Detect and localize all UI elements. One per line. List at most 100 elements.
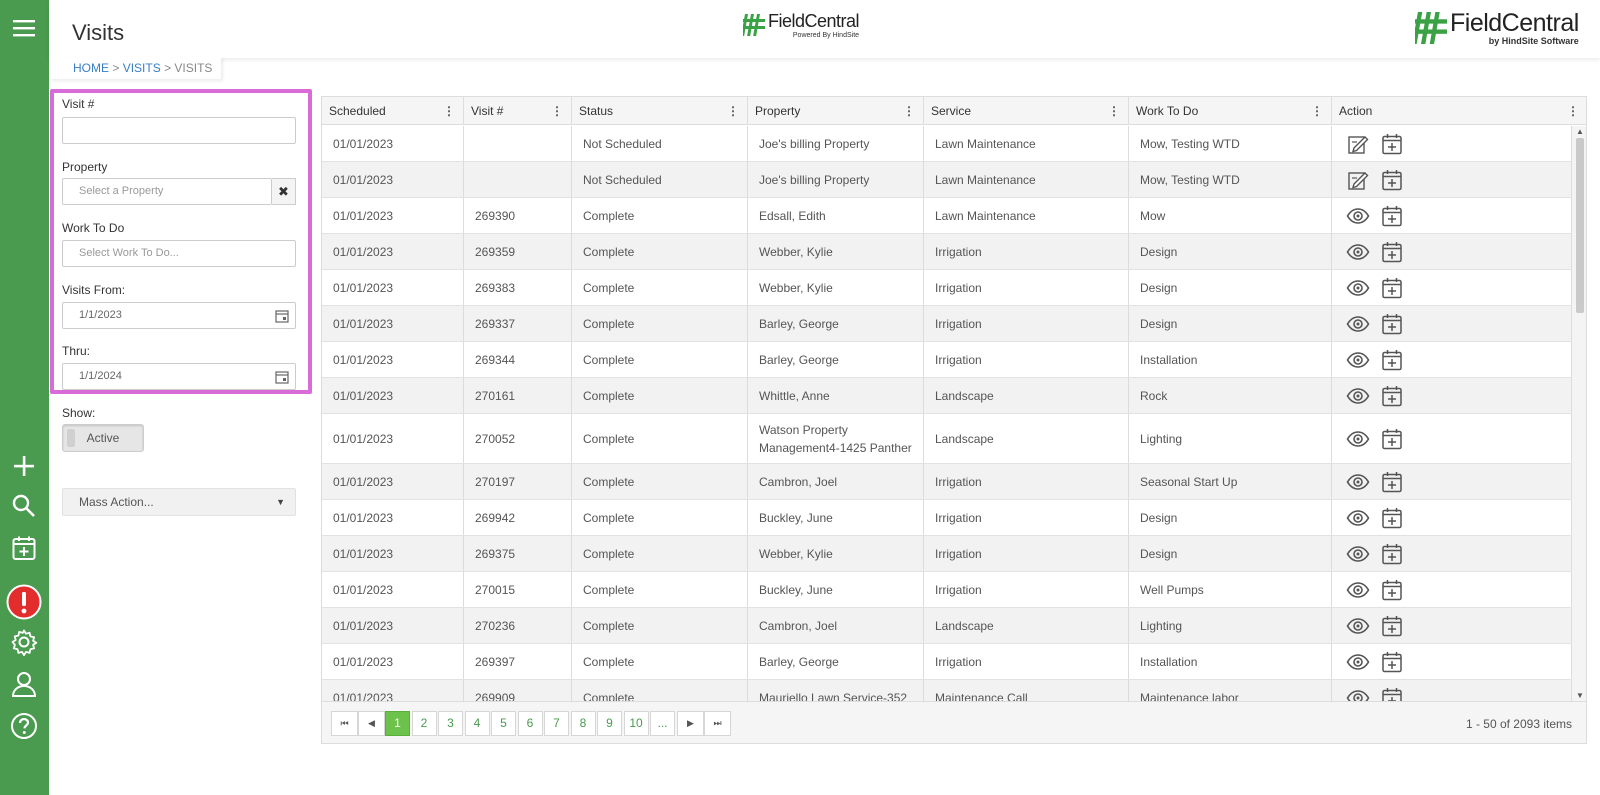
view-visit-eye-icon[interactable]	[1346, 384, 1370, 408]
page-button[interactable]: 2	[411, 711, 437, 736]
column-header-scheduled[interactable]: Scheduled ⋮	[322, 97, 464, 125]
first-page-button[interactable]: ⏮	[331, 711, 358, 736]
view-visit-eye-icon[interactable]	[1346, 578, 1370, 602]
column-header-visit-number[interactable]: Visit # ⋮	[464, 97, 572, 125]
page-button[interactable]: 7	[544, 711, 569, 736]
last-page-button[interactable]: ⏭	[704, 711, 731, 736]
page-button[interactable]: 10	[623, 711, 649, 736]
column-menu-icon[interactable]: ⋮	[727, 97, 739, 125]
table-row[interactable]: 01/01/2023 269383 Complete Webber, Kylie Irr…	[322, 270, 1572, 306]
column-menu-icon[interactable]: ⋮	[1311, 97, 1323, 125]
schedule-visit-calendar-icon[interactable]	[1380, 204, 1404, 228]
table-row[interactable]: 01/01/2023 270052 Complete Watson Property …	[322, 414, 1572, 464]
column-menu-icon[interactable]: ⋮	[903, 97, 915, 125]
table-row[interactable]: 01/01/2023 270197 Complete Cambron, Joel Irr…	[322, 464, 1572, 500]
schedule-visit-calendar-icon[interactable]	[1380, 240, 1404, 264]
help-icon[interactable]	[8, 710, 40, 742]
scroll-up-arrow-icon[interactable]: ▲	[1576, 127, 1584, 136]
visit-number-input[interactable]	[62, 117, 296, 144]
column-menu-icon[interactable]: ⋮	[551, 97, 563, 125]
page-button[interactable]: 6	[517, 711, 543, 736]
clear-property-button[interactable]: ✖	[272, 178, 296, 205]
edit-visit-icon[interactable]	[1346, 168, 1370, 192]
schedule-visit-calendar-icon[interactable]	[1380, 470, 1404, 494]
thru-datepicker[interactable]: 1/1/2024	[62, 363, 296, 390]
table-row[interactable]: 01/01/2023 270161 Complete Whittle, Anne Lan…	[322, 378, 1572, 414]
visits-from-datepicker[interactable]: 1/1/2023	[62, 302, 296, 329]
edit-visit-icon[interactable]	[1346, 132, 1370, 156]
search-icon[interactable]	[8, 490, 40, 522]
table-row[interactable]: 01/01/2023 269942 Complete Buckley, June Irr…	[322, 500, 1572, 536]
schedule-visit-calendar-icon[interactable]	[1380, 614, 1404, 638]
view-visit-eye-icon[interactable]	[1346, 240, 1370, 264]
schedule-visit-calendar-icon[interactable]	[1380, 168, 1404, 192]
next-page-button[interactable]: ▶	[677, 711, 704, 736]
schedule-visit-calendar-icon[interactable]	[1380, 686, 1404, 702]
alert-icon[interactable]	[6, 584, 42, 620]
column-menu-icon[interactable]: ⋮	[443, 97, 455, 125]
table-row[interactable]: 01/01/2023 269909 Complete Mauriello Lawn S…	[322, 680, 1572, 701]
grid-body[interactable]: 01/01/2023 Not Scheduled Joe's billing Pro…	[322, 126, 1572, 701]
table-row[interactable]: 01/01/2023 269397 Complete Barley, George Ir…	[322, 644, 1572, 680]
view-visit-eye-icon[interactable]	[1346, 312, 1370, 336]
column-menu-icon[interactable]: ⋮	[1567, 97, 1579, 125]
schedule-visit-calendar-icon[interactable]	[1380, 506, 1404, 530]
view-visit-eye-icon[interactable]	[1346, 348, 1370, 372]
schedule-visit-calendar-icon[interactable]	[1380, 312, 1404, 336]
page-button[interactable]: 5	[491, 711, 516, 736]
schedule-visit-calendar-icon[interactable]	[1380, 578, 1404, 602]
table-row[interactable]: 01/01/2023 269344 Complete Barley, George Ir…	[322, 342, 1572, 378]
add-icon[interactable]	[8, 450, 40, 482]
scroll-down-arrow-icon[interactable]: ▼	[1576, 691, 1584, 700]
schedule-visit-calendar-icon[interactable]	[1380, 384, 1404, 408]
mass-action-dropdown[interactable]: Mass Action... ▼	[62, 488, 296, 516]
table-row[interactable]: 01/01/2023 270236 Complete Cambron, Joel Lan…	[322, 608, 1572, 644]
view-visit-eye-icon[interactable]	[1346, 686, 1370, 702]
right-logo[interactable]: FieldCentral by HindSite Software	[1415, 10, 1579, 46]
center-logo[interactable]: FieldCentral Powered By HindSite	[743, 11, 860, 39]
vertical-scrollbar[interactable]: ▲ ▼	[1572, 126, 1586, 701]
hamburger-menu-icon[interactable]	[8, 12, 40, 44]
property-select[interactable]: Select a Property	[62, 178, 272, 205]
breadcrumb-visits-link[interactable]: VISITS	[123, 61, 161, 75]
view-visit-eye-icon[interactable]	[1346, 650, 1370, 674]
column-header-action[interactable]: Action ⋮	[1332, 97, 1586, 125]
column-header-property[interactable]: Property ⋮	[748, 97, 924, 125]
schedule-visit-calendar-icon[interactable]	[1380, 348, 1404, 372]
table-row[interactable]: 01/01/2023 269375 Complete Webber, Kylie Irr…	[322, 536, 1572, 572]
calendar-icon[interactable]	[275, 370, 289, 384]
column-header-service[interactable]: Service ⋮	[924, 97, 1129, 125]
table-row[interactable]: 01/01/2023 269337 Complete Barley, George Ir…	[322, 306, 1572, 342]
table-row[interactable]: 01/01/2023 Not Scheduled Joe's billing Pro…	[322, 126, 1572, 162]
view-visit-eye-icon[interactable]	[1346, 204, 1370, 228]
schedule-visit-calendar-icon[interactable]	[1380, 650, 1404, 674]
table-row[interactable]: 01/01/2023 270015 Complete Buckley, June Irr…	[322, 572, 1572, 608]
more-pages-button[interactable]: ...	[650, 711, 675, 736]
user-icon[interactable]	[8, 668, 40, 700]
schedule-visit-calendar-icon[interactable]	[1380, 276, 1404, 300]
table-row[interactable]: 01/01/2023 269390 Complete Edsall, Edith Law…	[322, 198, 1572, 234]
settings-gear-icon[interactable]	[8, 626, 40, 658]
work-to-do-select[interactable]: Select Work To Do...	[62, 240, 296, 267]
column-header-status[interactable]: Status ⋮	[572, 97, 748, 125]
scrollbar-thumb[interactable]	[1576, 138, 1584, 313]
column-menu-icon[interactable]: ⋮	[1108, 97, 1120, 125]
page-button[interactable]: 8	[570, 711, 596, 736]
view-visit-eye-icon[interactable]	[1346, 276, 1370, 300]
column-header-work-to-do[interactable]: Work To Do ⋮	[1129, 97, 1332, 125]
view-visit-eye-icon[interactable]	[1346, 506, 1370, 530]
table-row[interactable]: 01/01/2023 269359 Complete Webber, Kylie Irr…	[322, 234, 1572, 270]
view-visit-eye-icon[interactable]	[1346, 542, 1370, 566]
schedule-visit-calendar-icon[interactable]	[1380, 542, 1404, 566]
page-button[interactable]: 4	[464, 711, 490, 736]
page-button[interactable]: 1	[385, 711, 410, 736]
previous-page-button[interactable]: ◀	[358, 711, 385, 736]
schedule-visit-calendar-icon[interactable]	[1380, 132, 1404, 156]
calendar-add-icon[interactable]	[8, 532, 40, 564]
page-button[interactable]: 9	[597, 711, 622, 736]
schedule-visit-calendar-icon[interactable]	[1380, 427, 1404, 451]
table-row[interactable]: 01/01/2023 Not Scheduled Joe's billing Pro…	[322, 162, 1572, 198]
breadcrumb-home-link[interactable]: HOME	[73, 61, 109, 75]
view-visit-eye-icon[interactable]	[1346, 427, 1370, 451]
page-button[interactable]: 3	[438, 711, 463, 736]
